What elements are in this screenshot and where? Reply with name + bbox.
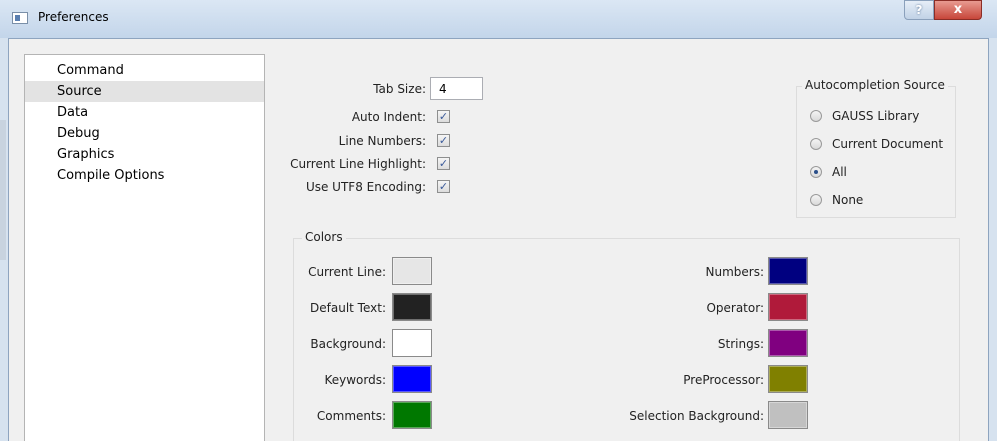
selection-background-color-button[interactable] [768,401,808,429]
preprocessor-color-label: PreProcessor: [683,373,764,387]
current-line-color-label: Current Line: [308,265,386,279]
sidebar-item-label: Graphics [57,147,115,162]
help-button[interactable]: ? [904,0,934,20]
autocompletion-title: Autocompletion Source [802,78,948,92]
strings-color-label: Strings: [717,337,764,351]
comments-color-button[interactable] [392,401,432,429]
sidebar-item-label: Source [57,84,102,99]
window-edge [0,120,6,260]
radio-label: Current Document [832,137,944,151]
selection-background-color-label: Selection Background: [629,409,764,423]
default-text-color-label: Default Text: [310,301,386,315]
sidebar-item-source[interactable]: Source [25,81,264,102]
sidebar-item-graphics[interactable]: Graphics [25,144,264,165]
window-title: Preferences [38,10,109,24]
colors-title: Colors [302,230,346,244]
auto-indent-label: Auto Indent: [351,110,426,124]
operator-color-button[interactable] [768,293,808,321]
sidebar-item-label: Data [57,105,89,120]
current-line-highlight-checkbox[interactable]: ✓ [437,157,450,170]
strings-color-button[interactable] [768,329,808,357]
radio-label: All [832,165,847,179]
sidebar-item-debug[interactable]: Debug [25,123,264,144]
preprocessor-color-button[interactable] [768,365,808,393]
current-line-highlight-label: Current Line Highlight: [290,157,426,171]
sidebar-item-label: Debug [57,126,100,141]
radio-label: None [832,193,864,207]
current-line-color-button[interactable] [392,257,432,285]
numbers-color-button[interactable] [768,257,808,285]
sidebar-item-data[interactable]: Data [25,102,264,123]
operator-color-label: Operator: [706,301,764,315]
tab-size-input[interactable] [430,77,483,100]
utf8-encoding-label: Use UTF8 Encoding: [305,180,426,194]
line-numbers-label: Line Numbers: [338,134,426,148]
line-numbers-checkbox[interactable]: ✓ [437,134,450,147]
sidebar-item-label: Compile Options [57,168,165,183]
auto-indent-checkbox[interactable]: ✓ [437,110,450,123]
sidebar-item-compile-options[interactable]: Compile Options [25,165,264,186]
background-color-label: Background: [310,337,386,351]
utf8-encoding-checkbox[interactable]: ✓ [437,180,450,193]
sidebar-item-command[interactable]: Command [25,60,264,81]
radio-button[interactable] [810,138,822,150]
keywords-color-label: Keywords: [324,373,386,387]
keywords-color-button[interactable] [392,365,432,393]
radio-button[interactable] [810,194,822,206]
radio-button[interactable] [810,110,822,122]
sidebar-item-label: Command [57,63,124,78]
window-icon [12,12,28,24]
close-button[interactable]: x [934,0,982,20]
title-bar[interactable]: Preferences ? x [0,0,997,38]
numbers-color-label: Numbers: [705,265,765,279]
tab-size-label: Tab Size: [373,82,426,96]
category-list[interactable]: Command Source Data Debug Graphics Compi… [24,54,265,441]
radio-button-selected[interactable] [810,166,822,178]
background-color-button[interactable] [392,329,432,357]
radio-label: GAUSS Library [832,109,920,123]
default-text-color-button[interactable] [392,293,432,321]
comments-color-label: Comments: [316,409,386,423]
